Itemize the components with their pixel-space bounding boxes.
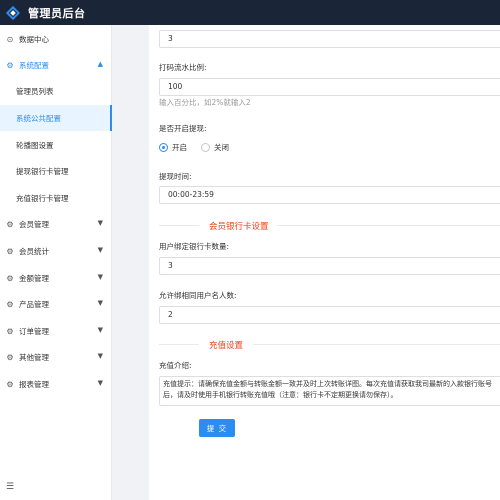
sidebar-item-carousel[interactable]: 轮播图设置	[0, 132, 112, 158]
sidebar-item-label: 管理员列表	[16, 86, 54, 96]
sidebar-item-label: 数据中心	[19, 34, 49, 44]
recharge-section-title: 充值设置	[209, 341, 244, 351]
chevron-down-icon: ▼	[97, 246, 103, 254]
sidebar-item-label: 金额管理	[19, 273, 49, 283]
top-field-input[interactable]: 3	[159, 30, 500, 48]
chevron-up-icon: ▲	[97, 60, 103, 68]
bind-count-input[interactable]: 3	[159, 257, 500, 275]
sidebar-item-label: 其他管理	[19, 352, 49, 362]
sidebar-item-data-center[interactable]: ⊙ 数据中心	[0, 26, 112, 52]
same-name-label: 允许绑相同用户名人数:	[159, 291, 237, 300]
radio-checked-icon	[159, 143, 168, 152]
sidebar-item-public-config[interactable]: 系统公共配置	[0, 105, 112, 131]
sidebar-item-admin-list[interactable]: 管理员列表	[0, 78, 112, 104]
submit-button[interactable]: 提 交	[199, 419, 235, 437]
recharge-intro-label: 充值介绍:	[159, 361, 192, 370]
withdraw-off-radio[interactable]: 关闭	[201, 142, 229, 153]
sidebar-item-member-stats[interactable]: ⚙ 会员统计 ▼	[0, 238, 112, 264]
sidebar-item-other[interactable]: ⚙ 其他管理 ▼	[0, 344, 112, 370]
withdraw-off-label: 关闭	[214, 143, 229, 152]
radio-unchecked-icon	[201, 143, 210, 152]
gear-icon: ⚙	[6, 326, 14, 336]
sidebar-item-withdraw-cards[interactable]: 提现银行卡管理	[0, 158, 112, 184]
withdraw-time-label: 提现时间:	[159, 172, 192, 181]
gear-icon: ⚙	[6, 273, 14, 283]
logo-icon	[5, 5, 21, 20]
gear-icon: ⚙	[6, 352, 14, 362]
recharge-intro-textarea[interactable]: 充值提示：请确保充值金额与转账金额一致并及时上次转账详图。每次充值请获取我司最新…	[159, 376, 500, 406]
turnover-input[interactable]: 100	[159, 78, 500, 96]
sidebar-item-system-config[interactable]: ⚙ 系统配置 ▲	[0, 52, 112, 78]
sidebar-item-recharge-cards[interactable]: 充值银行卡管理	[0, 185, 112, 211]
sidebar-item-label: 系统配置	[19, 60, 49, 70]
dashboard-icon: ⊙	[6, 34, 14, 44]
chevron-down-icon: ▼	[97, 219, 103, 227]
chevron-down-icon: ▼	[97, 299, 103, 307]
turnover-hint: 输入百分比，如2%就输入2	[159, 98, 251, 107]
divider	[159, 225, 199, 226]
sidebar: ⊙ 数据中心 ⚙ 系统配置 ▲ 管理员列表 系统公共配置 轮播图设置 提现银行卡…	[0, 25, 112, 500]
sidebar-item-label: 产品管理	[19, 299, 49, 309]
sidebar-item-label: 订单管理	[19, 326, 49, 336]
withdraw-on-label: 开启	[172, 143, 187, 152]
chevron-down-icon: ▼	[97, 379, 103, 387]
app-title: 管理员后台	[28, 6, 86, 20]
withdraw-time-input[interactable]: 00:00-23:59	[159, 186, 500, 204]
config-form: 3 打码流水比例: 100 输入百分比，如2%就输入2 是否开启提现: 开启 关…	[149, 25, 500, 500]
divider	[159, 344, 199, 345]
sidebar-item-label: 充值银行卡管理	[16, 193, 69, 203]
gear-icon: ⚙	[6, 379, 14, 389]
sidebar-item-label: 报表管理	[19, 379, 49, 389]
chevron-down-icon: ▼	[97, 326, 103, 334]
sidebar-item-label: 会员管理	[19, 219, 49, 229]
sidebar-item-orders[interactable]: ⚙ 订单管理 ▼	[0, 318, 112, 344]
sidebar-item-amounts[interactable]: ⚙ 金额管理 ▼	[0, 265, 112, 291]
gear-icon: ⚙	[6, 246, 14, 256]
sidebar-item-label: 提现银行卡管理	[16, 166, 69, 176]
chevron-down-icon: ▼	[97, 352, 103, 360]
sidebar-item-label: 会员统计	[19, 246, 49, 256]
bank-section-title: 会员银行卡设置	[209, 222, 269, 232]
sidebar-item-products[interactable]: ⚙ 产品管理 ▼	[0, 291, 112, 317]
same-name-input[interactable]: 2	[159, 306, 500, 324]
withdraw-on-radio[interactable]: 开启	[159, 142, 187, 153]
gear-icon: ⚙	[6, 219, 14, 229]
divider	[277, 225, 500, 226]
top-bar: 管理员后台	[0, 0, 500, 25]
menu-collapse-icon[interactable]: ☰	[6, 482, 14, 492]
chevron-down-icon: ▼	[97, 273, 103, 281]
sidebar-item-label: 轮播图设置	[16, 140, 54, 150]
withdraw-enabled-label: 是否开启提现:	[159, 124, 207, 133]
divider	[253, 344, 500, 345]
turnover-label: 打码流水比例:	[159, 63, 207, 72]
sidebar-item-label: 系统公共配置	[16, 113, 61, 123]
sidebar-item-members[interactable]: ⚙ 会员管理 ▼	[0, 211, 112, 237]
sidebar-item-reports[interactable]: ⚙ 报表管理 ▼	[0, 371, 112, 397]
gear-icon: ⚙	[6, 299, 14, 309]
main-content: 3 打码流水比例: 100 输入百分比，如2%就输入2 是否开启提现: 开启 关…	[113, 25, 500, 500]
bind-count-label: 用户绑定银行卡数量:	[159, 242, 230, 251]
gear-icon: ⚙	[6, 60, 14, 70]
